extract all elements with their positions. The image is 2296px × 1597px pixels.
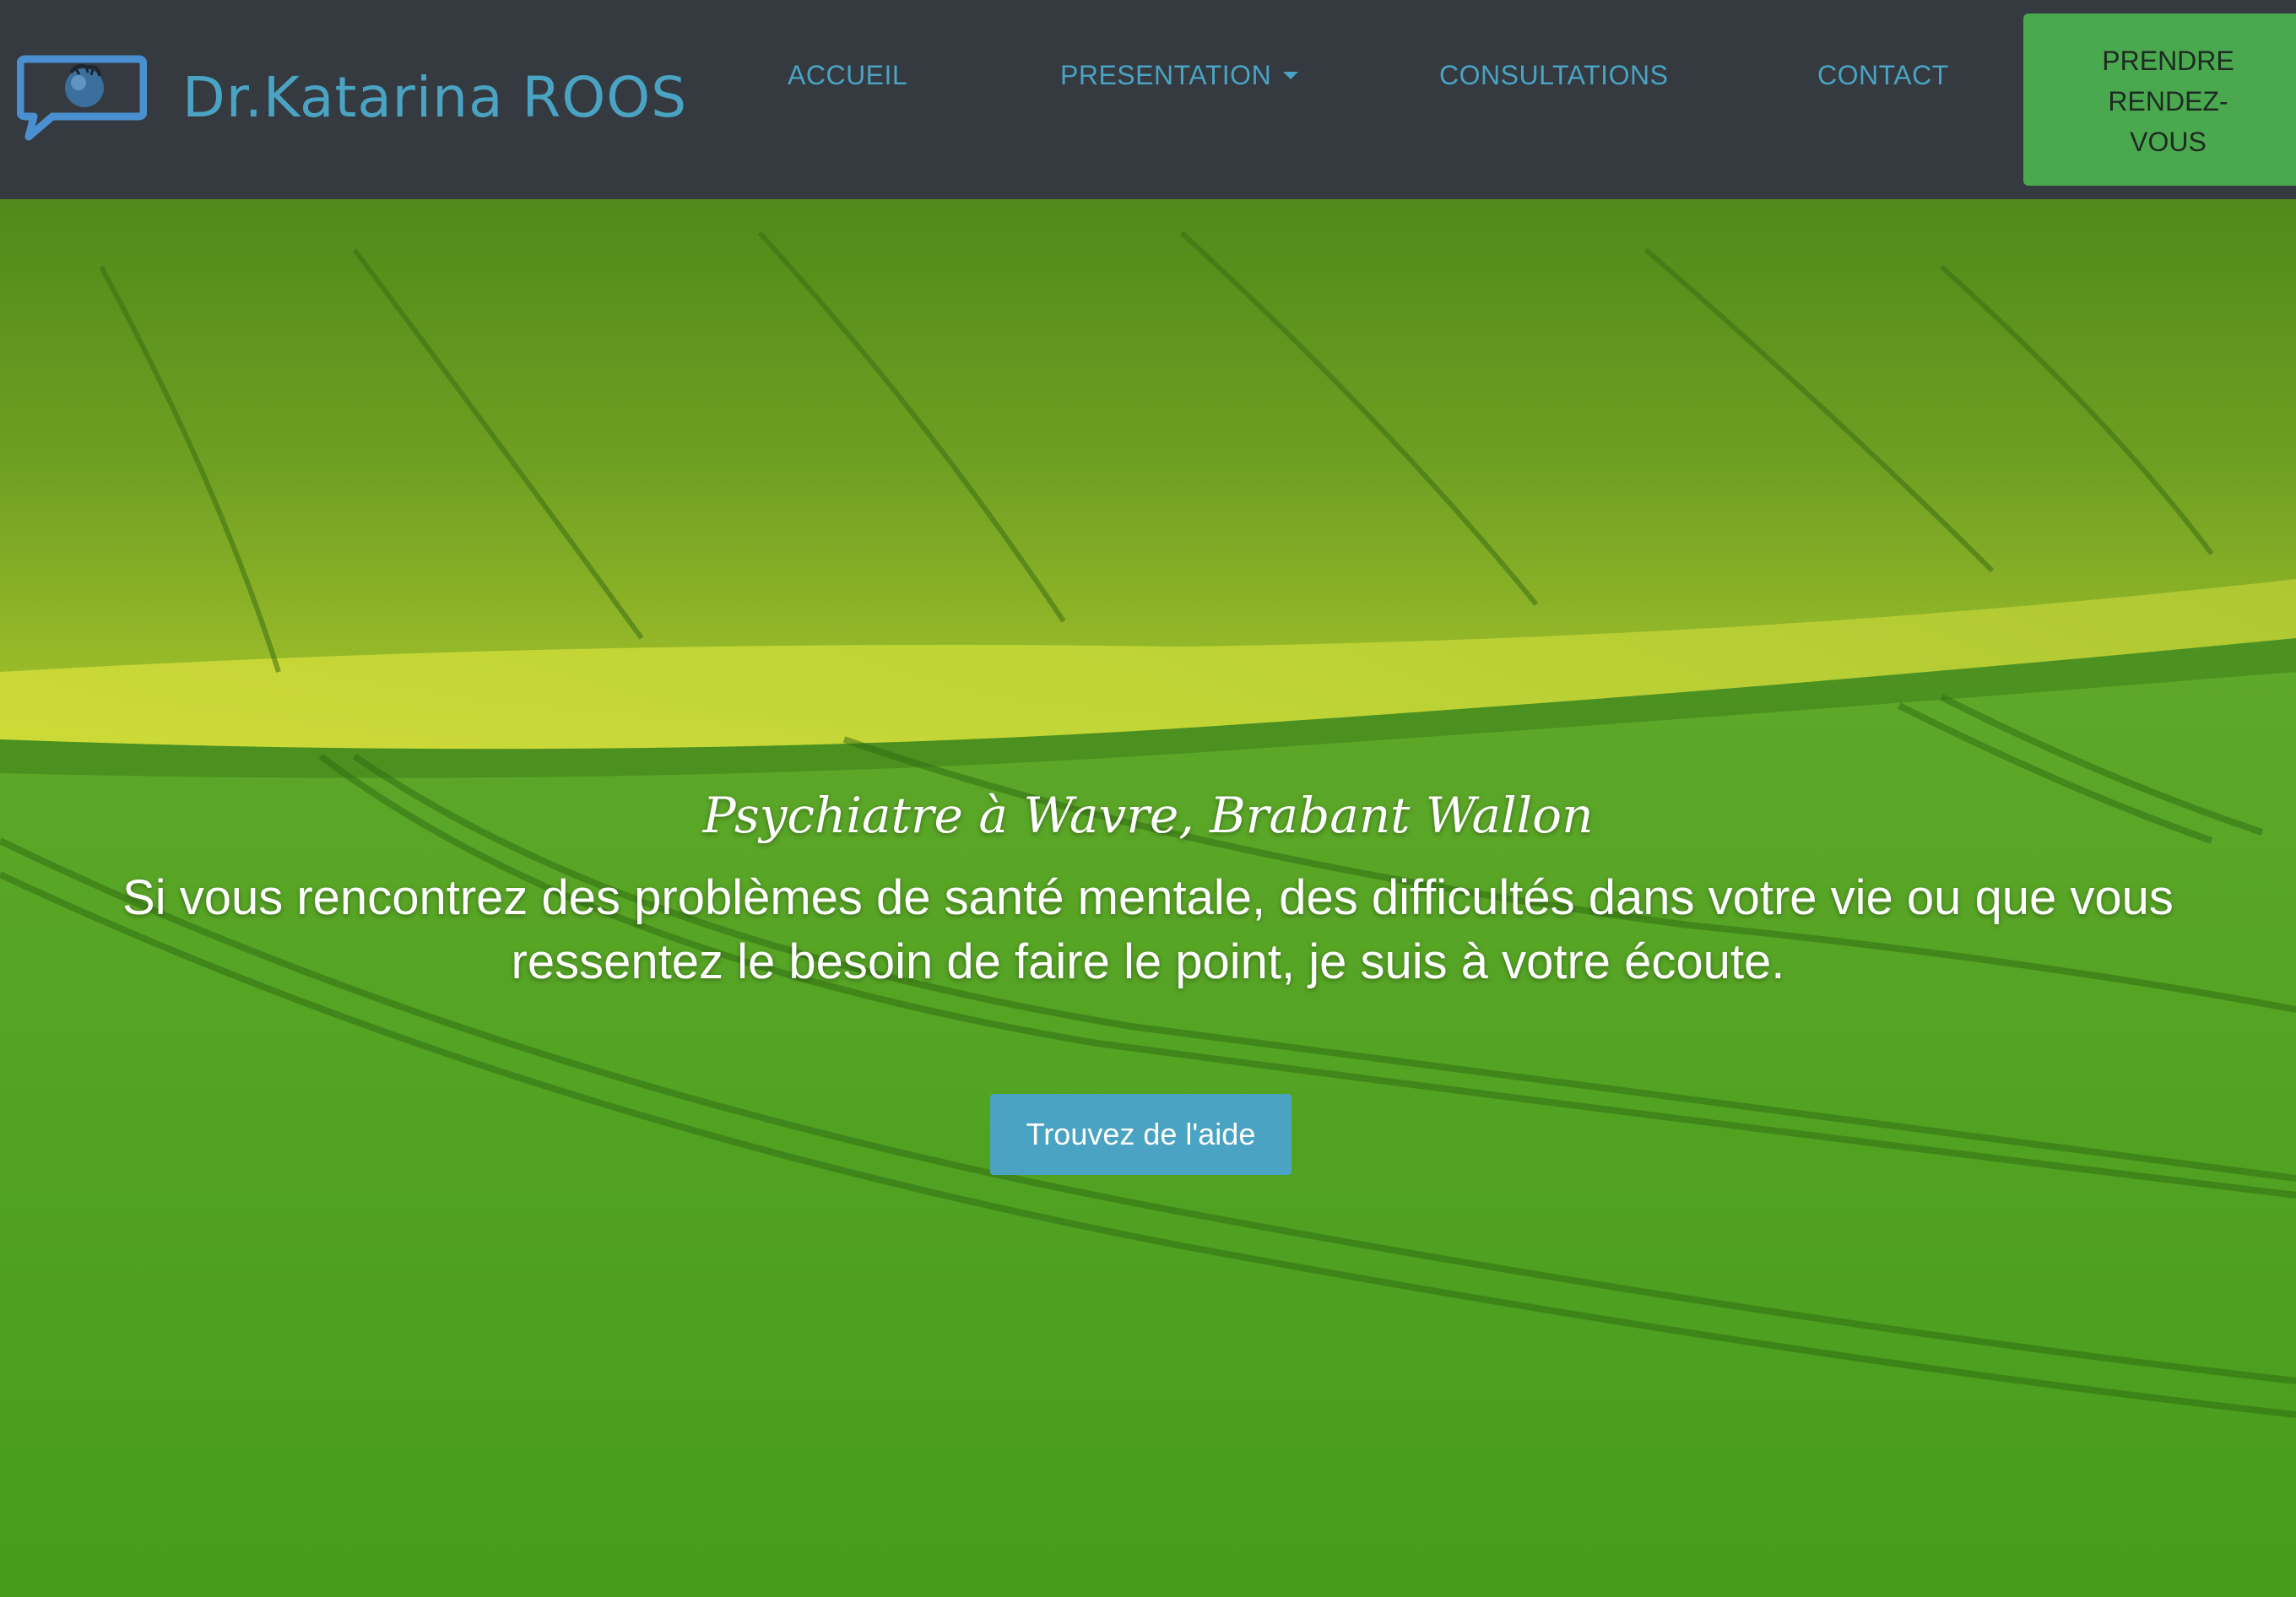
brand-name: Dr.Katarina ROOS	[182, 65, 688, 130]
find-help-button[interactable]: Trouvez de l'aide	[990, 1094, 1292, 1175]
brand-link[interactable]: Dr.Katarina ROOS	[17, 52, 687, 143]
hero-intro-line-1: Si vous rencontrez des problèmes de sant…	[122, 870, 2174, 925]
nav-consultations[interactable]: CONSULTATIONS	[1439, 56, 1668, 95]
nav-contact[interactable]: CONTACT	[1817, 56, 1949, 95]
hero-intro-line-2: ressentez le besoin de faire le point, j…	[511, 934, 1785, 989]
hero-section: Psychiatre à Wavre, Brabant Wallon Si vo…	[0, 199, 2296, 1597]
appointment-line-2: RENDEZ-	[2108, 86, 2228, 116]
nav-accueil[interactable]: ACCUEIL	[788, 56, 907, 95]
caret-down-icon	[1282, 72, 1298, 80]
hero-intro-text: Si vous rencontrez des problèmes de sant…	[25, 866, 2271, 994]
nav-presentation[interactable]: PRESENTATION	[1060, 56, 1298, 95]
nav-presentation-label: PRESENTATION	[1060, 60, 1272, 90]
appointment-line-1: PRENDRE	[2102, 46, 2234, 76]
appointment-button[interactable]: PRENDRE RENDEZ- VOUS	[2023, 14, 2296, 186]
hero-tagline: Psychiatre à Wavre, Brabant Wallon	[702, 787, 1594, 844]
speech-bubble-brain-icon	[17, 52, 147, 143]
navbar: Dr.Katarina ROOS ACCUEIL PRESENTATION CO…	[0, 0, 2296, 199]
appointment-line-3: VOUS	[2130, 127, 2207, 157]
